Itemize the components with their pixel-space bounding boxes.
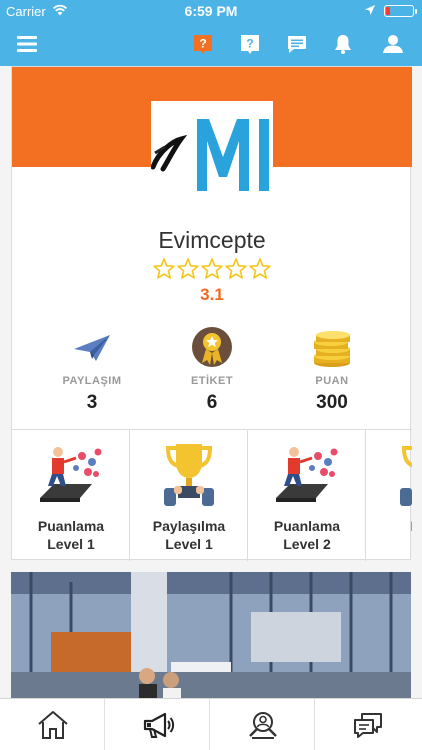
menu-icon[interactable] — [14, 31, 40, 57]
svg-text:?: ? — [246, 37, 253, 51]
badges-carousel[interactable]: Puanlama Level 1 Paylaşılma Level 1 Puan… — [12, 429, 412, 561]
content-area: Evimcepte 3.1 PAYLAŞIM 3 ETİKET 6 PUAN 3… — [0, 66, 422, 698]
stat-points: PUAN 300 — [266, 325, 398, 414]
rating-value: 3.1 — [200, 285, 224, 304]
stat-label: ETİKET — [190, 375, 234, 387]
clock: 6:59 PM — [184, 3, 238, 19]
location-arrow-icon — [365, 5, 375, 15]
post-photo[interactable] — [11, 572, 411, 698]
star-icon — [225, 258, 247, 279]
user-icon[interactable] — [380, 31, 406, 57]
bell-icon[interactable] — [330, 31, 356, 57]
badge-name: Puanlama — [37, 518, 105, 534]
star-icon — [249, 258, 271, 279]
search-user-icon — [249, 712, 277, 739]
coins-icon — [314, 331, 350, 367]
megaphone-icon — [143, 712, 175, 738]
battery-icon — [384, 5, 417, 17]
rating-level-icon — [40, 447, 102, 502]
star-icon — [201, 258, 223, 279]
badge-level: Level 1 — [47, 536, 95, 552]
tab-announcements[interactable] — [105, 699, 210, 750]
company-logo — [151, 101, 273, 193]
star-icon — [177, 258, 199, 279]
stat-value: 300 — [316, 392, 348, 413]
question-icon[interactable]: ? — [237, 31, 263, 57]
badge-item[interactable]: Paylaşılma Level 1 — [130, 430, 248, 561]
trophy-icon — [164, 444, 214, 506]
stat-tags: ETİKET 6 — [146, 325, 278, 414]
badge-item[interactable]: Payl Lo — [366, 430, 412, 561]
stat-label: PAYLAŞIM — [62, 375, 122, 387]
medal-icon — [192, 327, 232, 367]
chat-icon — [354, 713, 382, 738]
status-bar: Carrier 6:59 PM — [0, 0, 422, 22]
bottom-tab-bar — [0, 698, 422, 750]
company-name: Evimcepte — [158, 227, 266, 253]
badge-name: Puanlama — [273, 518, 341, 534]
top-bar: Carrier 6:59 PM ? ? — [0, 0, 422, 66]
rating-level-icon — [276, 447, 338, 502]
badge-name: Payl — [366, 518, 412, 534]
badge-item[interactable]: Puanlama Level 2 — [248, 430, 366, 561]
home-icon — [38, 711, 68, 739]
badge-name: Paylaşılma — [152, 518, 226, 534]
tab-chat[interactable] — [315, 699, 422, 750]
stat-shares: PAYLAŞIM 3 — [26, 325, 158, 414]
tab-search[interactable] — [210, 699, 315, 750]
badge-level: Level 1 — [165, 536, 213, 552]
paper-plane-icon — [74, 335, 110, 361]
nav-bar: ? ? — [0, 22, 422, 66]
stat-value: 6 — [206, 392, 218, 413]
company-question-icon[interactable]: ? — [190, 31, 216, 57]
star-rating — [12, 257, 412, 286]
badge-level: Level 2 — [283, 536, 331, 552]
stars-row — [153, 258, 271, 279]
trophy-icon — [400, 446, 412, 506]
messages-icon[interactable] — [284, 31, 310, 57]
svg-text:?: ? — [199, 37, 206, 51]
stat-label: PUAN — [315, 375, 349, 387]
tab-home[interactable] — [0, 699, 105, 750]
company-profile-card: Evimcepte 3.1 PAYLAŞIM 3 ETİKET 6 PUAN 3… — [11, 66, 412, 561]
badge-item[interactable]: Puanlama Level 1 — [12, 430, 130, 561]
star-icon — [153, 258, 175, 279]
badge-level: Lo — [366, 536, 412, 552]
stat-value: 3 — [86, 392, 98, 413]
